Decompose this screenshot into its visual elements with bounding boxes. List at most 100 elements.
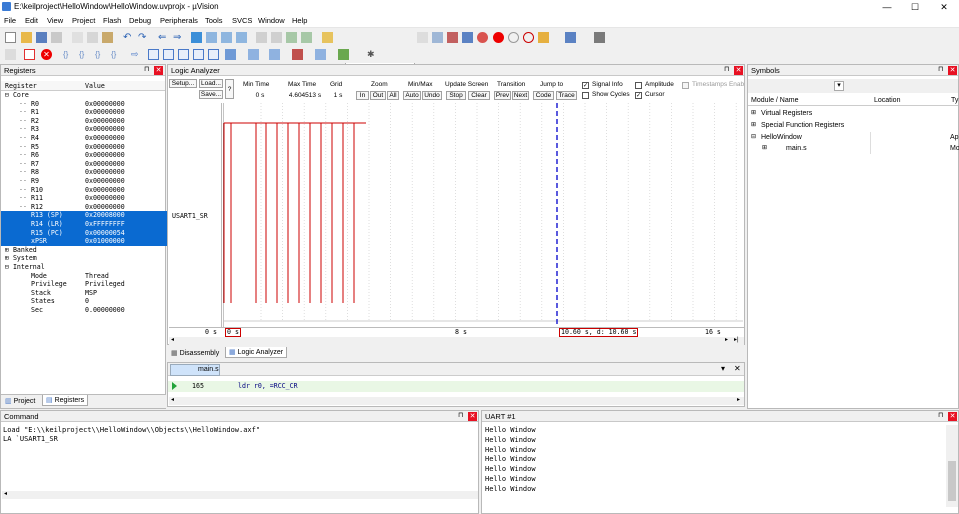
paste-icon[interactable] xyxy=(102,32,113,43)
symbol-row[interactable]: ⊞ Special Function Registers xyxy=(748,120,959,132)
la-close-icon[interactable]: ✕ xyxy=(734,66,743,75)
insert-breakpoint-icon[interactable] xyxy=(477,32,488,43)
register-value[interactable]: 0x00000000 xyxy=(85,168,125,177)
signal-list[interactable]: USART1_SR xyxy=(169,103,222,327)
internal-row[interactable]: Mode Thread xyxy=(1,272,167,281)
command-scrollbar[interactable]: ◂ xyxy=(2,491,478,499)
register-row[interactable]: ·· R5 0x00000000 xyxy=(1,143,167,152)
uart-scroll-thumb[interactable] xyxy=(948,461,956,501)
register-row[interactable]: ·· R4 0x00000000 xyxy=(1,134,167,143)
registers-tree[interactable]: ⊟ Core ·· R0 0x00000000 ·· R1 0x00000000 ·· R2 0… xyxy=(1,91,167,391)
expand-icon[interactable]: ⊞ xyxy=(751,108,756,120)
register-row[interactable]: ·· R9 0x00000000 xyxy=(1,177,167,186)
register-row[interactable]: ·· R12 0x00000000 xyxy=(1,203,167,212)
menu-debug[interactable]: Debug xyxy=(129,16,151,25)
code-button[interactable]: Code xyxy=(533,91,554,100)
register-value[interactable]: 0x00000000 xyxy=(85,100,125,109)
menu-window[interactable]: Window xyxy=(258,16,285,25)
step-over-icon[interactable]: {} xyxy=(78,49,89,60)
unindent-icon[interactable] xyxy=(271,32,282,43)
registers-close-icon[interactable]: ✕ xyxy=(154,66,163,75)
uart-close-icon[interactable]: ✕ xyxy=(948,412,957,421)
zoom-all-button[interactable]: All xyxy=(387,91,399,100)
maximize-button[interactable]: ☐ xyxy=(901,0,929,14)
editor-horizontal-scrollbar[interactable]: ◂ ▸ xyxy=(169,397,744,405)
disable-breakpoint-icon[interactable] xyxy=(508,32,519,43)
open-folder-icon[interactable] xyxy=(21,32,32,43)
tree-node-banked[interactable]: ⊞ Banked xyxy=(1,246,167,255)
tab-disassembly[interactable]: ▦ Disassembly xyxy=(168,348,222,359)
internal-row[interactable]: Privilege Privileged xyxy=(1,280,167,289)
indent-icon[interactable] xyxy=(256,32,267,43)
show-cycles-checkbox[interactable] xyxy=(582,92,589,99)
prev-bookmark-icon[interactable] xyxy=(206,32,217,43)
la-horizontal-scrollbar[interactable]: ◂ ▸ ▸| xyxy=(169,337,744,345)
scroll-end-icon[interactable]: ▸| xyxy=(734,336,739,343)
tab-main-s[interactable]: main.s xyxy=(170,364,220,376)
symbols-tree[interactable]: ⊞ Virtual Registers ⊞ Special Function Regi… xyxy=(748,108,959,168)
register-value[interactable]: 0x00000000 xyxy=(85,177,125,186)
command-window-icon[interactable] xyxy=(148,49,159,60)
menu-edit[interactable]: Edit xyxy=(25,16,38,25)
menu-file[interactable]: File xyxy=(4,16,16,25)
symbols-filter-dropdown-icon[interactable]: ▾ xyxy=(834,81,844,91)
editor-scroll-left-icon[interactable]: ◂ xyxy=(171,396,174,403)
step-into-icon[interactable]: {} xyxy=(62,49,73,60)
menu-view[interactable]: View xyxy=(47,16,63,25)
editor-close-icon[interactable]: ✕ xyxy=(734,364,741,373)
memory-window-icon[interactable] xyxy=(248,49,259,60)
register-value[interactable]: 0x00000000 xyxy=(85,134,125,143)
register-value[interactable]: 0x00000000 xyxy=(85,203,125,212)
expand-icon[interactable]: ⊞ xyxy=(751,120,756,132)
watch-window-icon[interactable] xyxy=(225,49,236,60)
uart-pin-icon[interactable]: ⊓ xyxy=(938,411,943,419)
minimize-button[interactable]: — xyxy=(873,0,901,14)
register-value[interactable]: 0x00000000 xyxy=(85,186,125,195)
register-row[interactable]: R15 (PC) 0x00000054 xyxy=(1,228,167,238)
scroll-left-icon[interactable]: ◂ xyxy=(171,336,174,343)
menu-svcs[interactable]: SVCS xyxy=(232,16,252,25)
command-pin-icon[interactable]: ⊓ xyxy=(458,411,463,419)
toolbox-icon[interactable]: ✱ xyxy=(366,49,377,60)
register-row[interactable]: ·· R3 0x00000000 xyxy=(1,125,167,134)
nav-forward-icon[interactable]: ⇒ xyxy=(172,32,183,43)
trace-window-icon[interactable] xyxy=(315,49,326,60)
command-close-icon[interactable]: ✕ xyxy=(468,412,477,421)
clear-button[interactable]: Clear xyxy=(468,91,490,100)
save-all-icon[interactable] xyxy=(51,32,62,43)
bookmark-icon[interactable] xyxy=(191,32,202,43)
registers-window-icon[interactable] xyxy=(193,49,204,60)
call-stack-icon[interactable] xyxy=(208,49,219,60)
register-value[interactable]: 0x00000000 xyxy=(85,160,125,169)
next-bookmark-icon[interactable] xyxy=(221,32,232,43)
register-row[interactable]: ·· R10 0x00000000 xyxy=(1,186,167,195)
register-row[interactable]: ·· R1 0x00000000 xyxy=(1,108,167,117)
undo-icon[interactable]: ↶ xyxy=(122,32,133,43)
find-combo-arrow-icon[interactable] xyxy=(417,32,428,43)
register-value[interactable]: 0x00000000 xyxy=(85,125,125,134)
save-icon[interactable] xyxy=(36,32,47,43)
menu-peripherals[interactable]: Peripherals xyxy=(160,16,198,25)
auto-button[interactable]: Auto xyxy=(403,91,421,100)
settings-wrench-icon[interactable] xyxy=(594,32,605,43)
zoom-icon[interactable] xyxy=(462,32,473,43)
tree-node-system[interactable]: ⊞ System xyxy=(1,254,167,263)
uncomment-icon[interactable] xyxy=(301,32,312,43)
register-value[interactable]: 0x00000000 xyxy=(85,151,125,160)
run-icon[interactable] xyxy=(24,49,35,60)
symbol-row[interactable]: ⊞ Virtual Registers xyxy=(748,108,959,120)
kill-breakpoints-icon[interactable] xyxy=(523,32,534,43)
redo-icon[interactable]: ↷ xyxy=(137,32,148,43)
tab-project[interactable]: ▥ Project xyxy=(2,396,38,407)
tree-node-internal[interactable]: ⊟ Internal xyxy=(1,263,167,272)
show-next-statement-icon[interactable]: ⇨ xyxy=(130,49,141,60)
register-value[interactable]: 0x00000000 xyxy=(85,117,125,126)
internal-row[interactable]: Sec 0.00000000 xyxy=(1,306,167,315)
incremental-find-icon[interactable] xyxy=(432,32,443,43)
register-row[interactable]: ·· R0 0x00000000 xyxy=(1,100,167,109)
scroll-right-icon[interactable]: ▸ xyxy=(725,336,728,343)
logic-plot[interactable]: 1 0 xyxy=(223,103,743,327)
menu-help[interactable]: Help xyxy=(292,16,307,25)
undo-button[interactable]: Undo xyxy=(422,91,442,100)
disassembly-window-icon[interactable] xyxy=(163,49,174,60)
